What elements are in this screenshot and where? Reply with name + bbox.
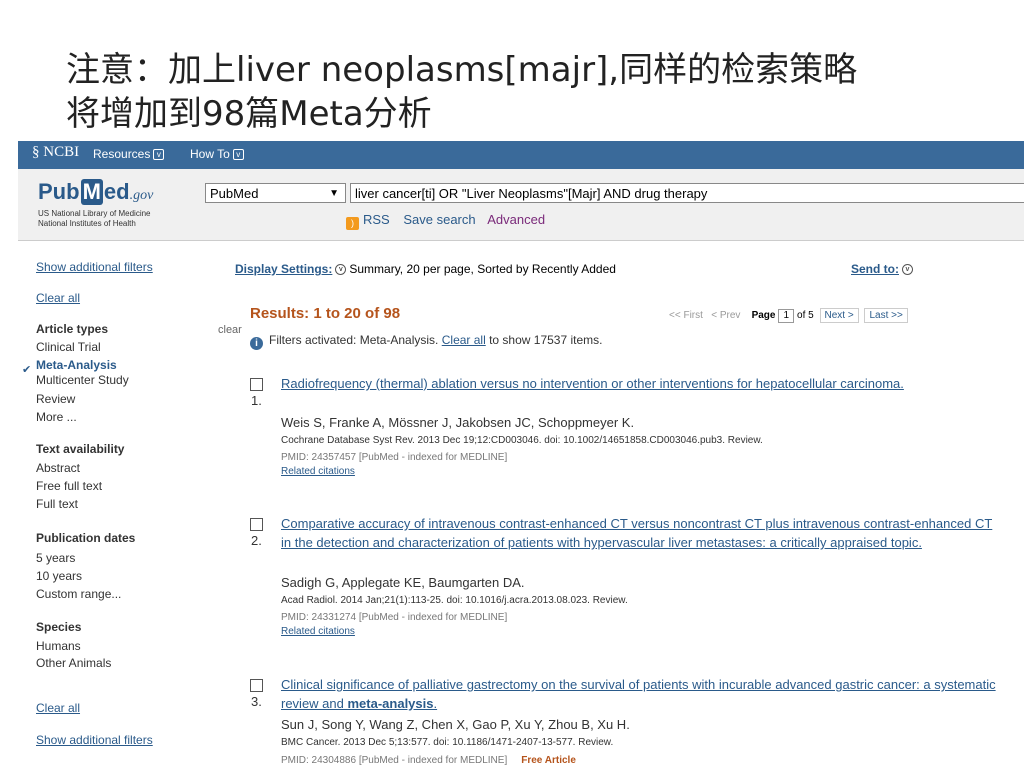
article-types-heading: Article types [36, 322, 109, 336]
result-checkbox[interactable] [250, 679, 263, 692]
pubmed-logo[interactable]: Pub Med.gov [38, 179, 153, 205]
filters-notice: i Filters activated: Meta-Analysis. Clear… [250, 333, 603, 350]
filter-multicenter-study[interactable]: Multicenter Study [36, 373, 129, 387]
related-citations-link[interactable]: Related citations [281, 626, 355, 637]
filter-10-years[interactable]: 10 years [36, 569, 82, 583]
display-settings-link[interactable]: Display Settings: [235, 262, 332, 276]
results-count: Results: 1 to 20 of 98 [250, 305, 401, 322]
next-page-button[interactable]: Next > [819, 308, 859, 323]
save-search-link[interactable]: Save search [403, 212, 475, 227]
search-header: Pub Med.gov US National Library of Medici… [18, 169, 1024, 241]
filter-free-full-text[interactable]: Free full text [36, 479, 102, 493]
clear-all-filters-link[interactable]: Clear all [442, 333, 486, 347]
dropdown-arrow-icon: ▼ [329, 188, 339, 199]
result-citation: Cochrane Database Syst Rev. 2013 Dec 19;… [281, 435, 763, 446]
result-checkbox[interactable] [250, 378, 263, 391]
clear-all-bottom-link[interactable]: Clear all [36, 701, 80, 715]
slide-title: 注意：加上liver neoplasms[majr],同样的检索策略 将增加到9… [66, 48, 1006, 136]
result-number: 3. [251, 694, 262, 709]
first-page-link[interactable]: << First [669, 310, 703, 321]
filter-other-animals[interactable]: Other Animals [36, 656, 111, 670]
search-input[interactable]: liver cancer[ti] OR "Liver Neoplasms"[Ma… [350, 183, 1024, 203]
related-citations-link[interactable]: Related citations [281, 466, 355, 477]
result-citation: Acad Radiol. 2014 Jan;21(1):113-25. doi:… [281, 595, 628, 606]
result-number: 2. [251, 533, 262, 548]
page-input[interactable]: 1 [778, 309, 795, 323]
filter-custom-range[interactable]: Custom range... [36, 587, 121, 601]
result-number: 1. [251, 393, 262, 408]
checkmark-icon: ✔ [22, 364, 32, 376]
clear-all-link[interactable]: Clear all [36, 291, 80, 305]
prev-page-link[interactable]: < Prev [711, 310, 740, 321]
result-title-link[interactable]: Radiofrequency (thermal) ablation versus… [281, 374, 1001, 393]
info-icon: i [250, 337, 263, 350]
chevron-down-icon: v [232, 149, 244, 161]
filter-clinical-trial[interactable]: Clinical Trial [36, 340, 101, 354]
database-select[interactable]: PubMed ▼ [205, 183, 346, 203]
chevron-down-icon: v [902, 264, 913, 276]
filter-review[interactable]: Review [36, 392, 75, 406]
advanced-link[interactable]: Advanced [487, 212, 545, 227]
ncbi-helix-icon: § [32, 144, 44, 160]
filter-meta-analysis[interactable]: Meta-Analysis [36, 358, 117, 372]
howto-menu[interactable]: How To v [190, 147, 244, 161]
show-additional-filters-bottom-link[interactable]: Show additional filters [36, 733, 153, 747]
result-pmid: PMID: 24357457 [PubMed - indexed for MED… [281, 452, 508, 463]
last-page-button[interactable]: Last >> [864, 308, 908, 323]
rss-link[interactable]: RSS [363, 212, 390, 227]
result-pmid: PMID: 24331274 [PubMed - indexed for MED… [281, 612, 508, 623]
filter-full-text[interactable]: Full text [36, 497, 78, 511]
result-checkbox[interactable] [250, 518, 263, 531]
publication-dates-heading: Publication dates [36, 531, 136, 545]
clear-article-types[interactable]: clear [218, 324, 242, 336]
nlm-text: US National Library of Medicine National… [38, 209, 151, 228]
result-title-link[interactable]: Clinical significance of palliative gast… [281, 675, 1001, 713]
filter-more[interactable]: More ... [36, 410, 77, 424]
filter-abstract[interactable]: Abstract [36, 461, 80, 475]
display-settings: Display Settings: v Summary, 20 per page, … [235, 262, 616, 276]
free-article-badge: Free Article [521, 755, 576, 766]
text-availability-heading: Text availability [36, 442, 125, 456]
species-heading: Species [36, 620, 82, 634]
chevron-down-icon: v [153, 149, 165, 161]
result-authors: Sadigh G, Applegate KE, Baumgarten DA. [281, 575, 525, 590]
result-citation: BMC Cancer. 2013 Dec 5;13:577. doi: 10.1… [281, 737, 614, 748]
resources-menu[interactable]: Resources v [93, 147, 165, 161]
result-title-link[interactable]: Comparative accuracy of intravenous cont… [281, 514, 1001, 552]
result-authors: Weis S, Franke A, Mössner J, Jakobsen JC… [281, 415, 635, 430]
ncbi-logo[interactable]: § NCBI [32, 144, 79, 161]
slide-title-line-2: 将增加到98篇Meta分析 [66, 94, 432, 134]
ncbi-top-bar: § NCBI Resources v How To v [18, 141, 1024, 169]
result-authors: Sun J, Song Y, Wang Z, Chen X, Gao P, Xu… [281, 717, 630, 732]
show-additional-filters-link[interactable]: Show additional filters [36, 260, 153, 274]
send-to-menu[interactable]: Send to: v [851, 262, 916, 276]
pagination: << First < Prev Page 1 of 5 Next > Last … [669, 308, 908, 323]
filter-5-years[interactable]: 5 years [36, 551, 75, 565]
rss-icon[interactable]: ) [346, 217, 359, 230]
slide-title-line-1: 注意：加上liver neoplasms[majr],同样的检索策略 [66, 50, 858, 90]
chevron-down-icon[interactable]: v [335, 264, 347, 276]
result-pmid: PMID: 24304886 [PubMed - indexed for MED… [281, 755, 576, 766]
filter-humans[interactable]: Humans [36, 639, 81, 653]
